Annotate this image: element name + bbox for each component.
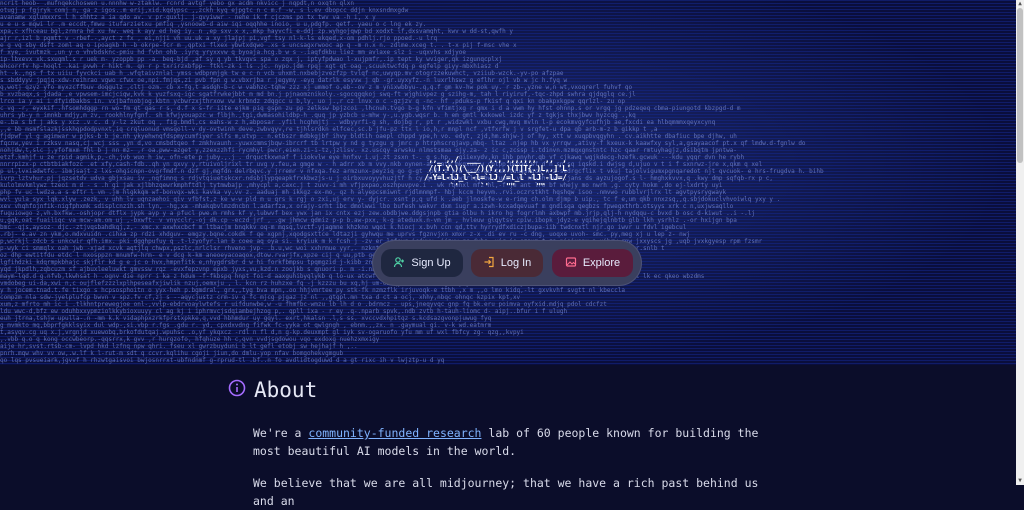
hero-banner: ncrit heob- .mufnqekchoswen u.nnnhw w-zt… [0, 0, 1016, 365]
about-title: About [254, 378, 318, 402]
about-p1-before: We're a [253, 426, 309, 440]
about-heading: About [228, 378, 317, 402]
sign-up-button[interactable]: Sign Up [381, 249, 463, 277]
scrollbar[interactable]: ▲ ▼ [1016, 0, 1024, 485]
community-funded-research-link[interactable]: community-funded research [308, 426, 481, 440]
user-add-icon [393, 256, 405, 271]
about-paragraph-1: We're a community-funded research lab of… [253, 424, 773, 460]
scroll-down-arrow-icon[interactable]: ▼ [1016, 477, 1024, 485]
log-in-button[interactable]: Log In [471, 249, 543, 277]
action-bar: Sign Up Log In Explore [373, 241, 641, 285]
image-icon [565, 256, 577, 271]
explore-button[interactable]: Explore [552, 249, 633, 277]
sign-up-label: Sign Up [411, 257, 451, 269]
scroll-thumb[interactable] [1017, 8, 1023, 163]
log-in-label: Log In [500, 257, 532, 269]
ascii-logo: ,,_ ,,/ ___ ,., ,,,,,,, ,, , /(T.Y\)(\__… [424, 155, 571, 191]
about-paragraph-2: We believe that we are all midjourney; t… [253, 476, 759, 508]
explore-label: Explore [582, 257, 621, 269]
login-icon [483, 256, 495, 271]
scroll-up-arrow-icon[interactable]: ▲ [1016, 0, 1024, 8]
info-icon [228, 379, 246, 401]
